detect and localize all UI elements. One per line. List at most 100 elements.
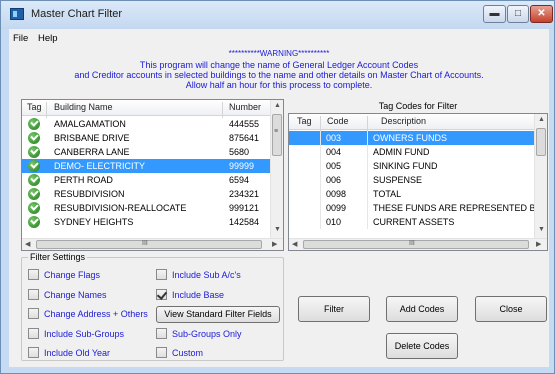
checkbox-box[interactable] [28,347,39,358]
tag-check-icon [28,216,40,228]
title-bar: Master Chart Filter ▬ □ ✕ [1,1,554,29]
building-name: BRISBANE DRIVE [54,133,130,143]
building-row[interactable]: PERTH ROAD 6594 [22,173,272,187]
tag-check-icon [28,118,40,130]
checkbox-box[interactable] [156,347,167,358]
checkbox-label: Custom [172,347,204,358]
tag-codes-vertical-scrollbar[interactable]: ▲ ▼ [534,114,547,238]
building-row-selected[interactable]: DEMO- ELECTRICITY 99999 [22,159,272,173]
column-divider [367,145,368,159]
tag-code-row[interactable]: 0099 THESE FUNDS ARE REPRESENTED BY [289,201,542,215]
scroll-right-icon[interactable]: ▶ [272,240,277,248]
tag-code-row[interactable]: 006 SUSPENSE [289,173,535,187]
building-row[interactable]: SYDNEY HEIGHTS 142584 [22,215,272,229]
scroll-up-icon[interactable]: ▲ [274,102,281,109]
custom-checkbox[interactable]: Custom [156,347,203,358]
close-button[interactable]: Close [475,296,547,322]
building-number: 234321 [229,189,260,199]
scroll-right-icon[interactable]: ▶ [536,240,541,248]
tag-description: CURRENT ASSETS [373,217,455,227]
column-divider [367,173,368,187]
delete-codes-button[interactable]: Delete Codes [386,333,458,359]
scroll-grip-icon: III [142,240,148,247]
checkbox-box[interactable] [28,289,39,300]
checkbox-box[interactable] [156,328,167,339]
client-area: File Help **********WARNING********** Th… [9,29,549,367]
column-header-number[interactable]: Number [229,102,261,112]
tag-check-icon [28,202,40,214]
tag-codes-list[interactable]: Tag Code Description 003 OWNERS FUNDS 00… [288,113,548,251]
tag-check-icon [28,160,40,172]
column-header-building-name[interactable]: Building Name [54,102,113,112]
include-sub-accounts-checkbox[interactable]: Include Sub A/c's [156,269,241,280]
column-divider [320,159,321,173]
tag-code-row[interactable]: 005 SINKING FUND [289,159,535,173]
checkbox-box[interactable] [28,269,39,280]
scroll-down-icon[interactable]: ▼ [538,226,545,233]
tag-code: 0098 [326,189,347,199]
menu-file[interactable]: File [13,33,28,44]
scroll-left-icon[interactable]: ◀ [25,240,30,248]
master-chart-filter-window: Master Chart Filter ▬ □ ✕ File Help ****… [0,0,555,374]
scroll-thumb[interactable] [536,128,546,156]
tag-code-row-selected[interactable]: 003 OWNERS FUNDS [289,131,535,145]
column-header-tag[interactable]: Tag [27,102,42,112]
tag-code-row[interactable]: 010 CURRENT ASSETS [289,215,535,229]
column-divider [320,173,321,187]
buildings-horizontal-scrollbar[interactable]: ◀ III ▶ [22,238,283,250]
scroll-thumb[interactable] [36,240,262,249]
checkbox-label: Change Address + Others [44,308,148,319]
column-divider [320,131,321,145]
column-divider [367,201,368,215]
building-row[interactable]: RESUBDIVISION 234321 [22,187,272,201]
view-standard-filter-fields-button[interactable]: View Standard Filter Fields [156,306,280,323]
scroll-thumb[interactable] [303,240,529,249]
scroll-down-icon[interactable]: ▼ [274,226,281,233]
scroll-left-icon[interactable]: ◀ [292,240,297,248]
column-divider [367,116,368,132]
checkbox-box[interactable] [28,328,39,339]
building-name: AMALGAMATION [54,119,126,129]
buildings-list[interactable]: Tag Building Name Number AMALGAMATION 44… [21,99,284,251]
column-divider [222,102,223,118]
tag-code: 0099 [326,203,347,213]
checkbox-label: Include Sub-Groups [44,328,125,339]
building-row[interactable]: RESUBDIVISION-REALLOCATE 999121 [22,201,272,215]
building-row[interactable]: AMALGAMATION 444555 [22,117,272,131]
add-codes-button[interactable]: Add Codes [386,296,458,322]
building-row[interactable]: CANBERRA LANE 5680 [22,145,272,159]
building-number: 142584 [229,217,260,227]
change-names-checkbox[interactable]: Change Names [28,289,107,300]
scroll-up-icon[interactable]: ▲ [538,116,545,123]
column-header-description[interactable]: Description [381,116,426,126]
change-address-checkbox[interactable]: Change Address + Others [28,308,148,319]
filter-button[interactable]: Filter [298,296,370,322]
close-window-button[interactable]: ✕ [530,5,553,23]
maximize-button[interactable]: □ [507,5,529,23]
checkbox-box[interactable] [28,308,39,319]
include-sub-groups-checkbox[interactable]: Include Sub-Groups [28,328,124,339]
tag-codes-horizontal-scrollbar[interactable]: ◀ III ▶ [289,238,547,250]
checkbox-box-checked[interactable] [156,289,167,300]
building-name: RESUBDIVISION [54,189,125,199]
building-name: PERTH ROAD [54,175,113,185]
column-header-tag[interactable]: Tag [297,116,312,126]
tag-check-icon [28,188,40,200]
minimize-button[interactable]: ▬ [483,5,506,23]
include-old-year-checkbox[interactable]: Include Old Year [28,347,110,358]
building-row[interactable]: BRISBANE DRIVE 875641 [22,131,272,145]
scroll-thumb[interactable] [272,114,282,156]
buildings-vertical-scrollbar[interactable]: ▲ ≡ ▼ [270,100,283,238]
column-header-code[interactable]: Code [327,116,349,126]
building-name: SYDNEY HEIGHTS [54,217,134,227]
tag-code: 010 [326,217,342,227]
column-divider [320,187,321,201]
include-base-checkbox[interactable]: Include Base [156,289,224,300]
change-flags-checkbox[interactable]: Change Flags [28,269,100,280]
tag-code-row[interactable]: 0098 TOTAL [289,187,535,201]
tag-code-row[interactable]: 004 ADMIN FUND [289,145,535,159]
tag-description: THESE FUNDS ARE REPRESENTED BY [373,203,542,213]
checkbox-box[interactable] [156,269,167,280]
menu-help[interactable]: Help [38,33,58,44]
sub-groups-only-checkbox[interactable]: Sub-Groups Only [156,328,242,339]
